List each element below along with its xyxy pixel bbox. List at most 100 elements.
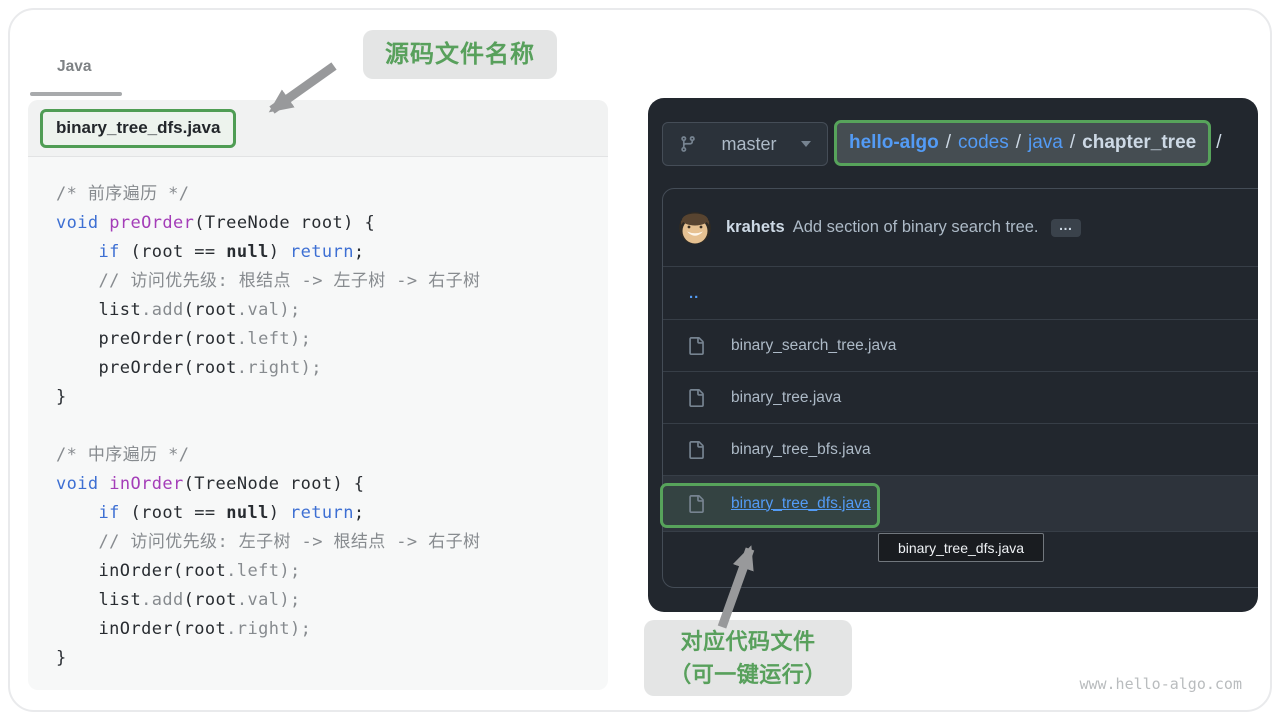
code-line: if (root == null) return; bbox=[56, 499, 598, 528]
code-token: preOrder(root bbox=[56, 329, 237, 349]
tab-active-indicator bbox=[30, 92, 122, 96]
code-line: if (root == null) return; bbox=[56, 238, 598, 267]
parent-directory-link[interactable]: .. bbox=[689, 285, 699, 302]
code-token: (root bbox=[184, 590, 237, 610]
code-token: void bbox=[56, 474, 109, 494]
annotation-source-filename: 源码文件名称 bbox=[363, 30, 557, 79]
breadcrumb-separator: / bbox=[946, 132, 951, 154]
code-token: list bbox=[56, 590, 141, 610]
code-token: preOrder(root bbox=[56, 358, 237, 378]
tab-java[interactable]: Java bbox=[57, 58, 91, 76]
code-token: } bbox=[56, 648, 67, 668]
branch-selector-button[interactable]: master bbox=[662, 122, 828, 166]
code-token: ) bbox=[269, 242, 290, 262]
breadcrumb-segment-java[interactable]: java bbox=[1028, 132, 1063, 154]
file-link[interactable]: binary_search_tree.java bbox=[731, 337, 896, 355]
code-token: /* 中序遍历 */ bbox=[56, 445, 189, 465]
code-line: } bbox=[56, 644, 598, 673]
breadcrumb: hello-algo / codes / java / chapter_tree bbox=[834, 120, 1211, 166]
code-line: // 访问优先级: 左子树 -> 根结点 -> 右子树 bbox=[56, 528, 598, 557]
code-line: preOrder(root.left); bbox=[56, 325, 598, 354]
watermark: www.hello-algo.com bbox=[1076, 675, 1242, 693]
code-line: void preOrder(TreeNode root) { bbox=[56, 209, 598, 238]
code-token bbox=[56, 271, 99, 291]
code-token: null bbox=[226, 503, 269, 523]
code-line: /* 前序遍历 */ bbox=[56, 180, 598, 209]
code-token: (TreeNode root) { bbox=[184, 474, 365, 494]
breadcrumb-separator: / bbox=[1070, 132, 1075, 154]
editor-header: binary_tree_dfs.java bbox=[28, 100, 608, 157]
code-token: return bbox=[290, 503, 354, 523]
code-line: // 访问优先级: 根结点 -> 左子树 -> 右子树 bbox=[56, 267, 598, 296]
breadcrumb-separator: / bbox=[1016, 132, 1021, 154]
annotation-code-file: 对应代码文件 （可一键运行） bbox=[644, 620, 852, 696]
git-branch-icon bbox=[679, 135, 697, 153]
source-filename-badge: binary_tree_dfs.java bbox=[40, 109, 236, 148]
code-token: (TreeNode root) { bbox=[194, 213, 375, 233]
code-token: ); bbox=[301, 358, 322, 378]
code-token bbox=[56, 503, 99, 523]
breadcrumb-segment-hello-algo[interactable]: hello-algo bbox=[849, 132, 939, 154]
code-line: } bbox=[56, 383, 598, 412]
code-token: ); bbox=[290, 619, 311, 639]
file-row-binary_tree.java[interactable]: binary_tree.java bbox=[663, 371, 1258, 423]
code-token bbox=[56, 242, 99, 262]
code-token: // 访问优先级: 左子树 -> 根结点 -> 右子树 bbox=[99, 532, 481, 552]
commit-ellipsis-button[interactable]: … bbox=[1051, 219, 1081, 237]
code-token: .add bbox=[141, 590, 184, 610]
annotation-code-file-line1: 对应代码文件 bbox=[644, 625, 852, 658]
code-token: ); bbox=[290, 329, 311, 349]
file-link[interactable]: binary_tree_dfs.java bbox=[731, 495, 871, 513]
file-row-binary_tree_bfs.java[interactable]: binary_tree_bfs.java bbox=[663, 423, 1258, 475]
commit-author[interactable]: krahets bbox=[726, 218, 785, 237]
code-token: ; bbox=[354, 503, 365, 523]
file-icon bbox=[687, 389, 705, 407]
branch-name: master bbox=[721, 134, 776, 155]
file-link[interactable]: binary_tree_bfs.java bbox=[731, 441, 871, 459]
code-token: list bbox=[56, 300, 141, 320]
code-token: if bbox=[99, 503, 120, 523]
annotation-code-file-line2: （可一键运行） bbox=[644, 658, 852, 691]
chevron-down-icon bbox=[801, 141, 811, 147]
code-token: ); bbox=[279, 590, 300, 610]
code-token: .val bbox=[237, 590, 280, 610]
code-token: ); bbox=[279, 561, 300, 581]
breadcrumb-trailing-slash: / bbox=[1216, 132, 1221, 154]
code-line: list.add(root.val); bbox=[56, 296, 598, 325]
code-token: preOrder bbox=[109, 213, 194, 233]
file-row-binary_search_tree.java[interactable]: binary_search_tree.java bbox=[663, 319, 1258, 371]
code-token: null bbox=[226, 242, 269, 262]
code-token: if bbox=[99, 242, 120, 262]
code-token: (root == bbox=[120, 242, 226, 262]
breadcrumb-segment-chapter_tree: chapter_tree bbox=[1082, 132, 1196, 154]
breadcrumb-segment-codes[interactable]: codes bbox=[958, 132, 1009, 154]
code-token: .left bbox=[226, 561, 279, 581]
code-line: inOrder(root.left); bbox=[56, 557, 598, 586]
code-token: return bbox=[290, 242, 354, 262]
file-list-card: krahets Add section of binary search tre… bbox=[662, 188, 1258, 588]
avatar[interactable] bbox=[679, 212, 711, 244]
code-line: preOrder(root.right); bbox=[56, 354, 598, 383]
code-token: // 访问优先级: 根结点 -> 左子树 -> 右子树 bbox=[99, 271, 481, 291]
code-token: (root == bbox=[120, 503, 226, 523]
commit-message[interactable]: Add section of binary search tree. bbox=[793, 218, 1039, 237]
code-block: /* 前序遍历 */void preOrder(TreeNode root) {… bbox=[28, 157, 608, 673]
code-token: void bbox=[56, 213, 109, 233]
code-line: void inOrder(TreeNode root) { bbox=[56, 470, 598, 499]
file-link[interactable]: binary_tree.java bbox=[731, 389, 841, 407]
file-icon bbox=[687, 495, 705, 513]
code-token: } bbox=[56, 387, 67, 407]
file-icon bbox=[687, 441, 705, 459]
code-editor-panel: binary_tree_dfs.java /* 前序遍历 */ void preO… bbox=[28, 100, 608, 690]
code-token: /* 前序遍历 */ bbox=[56, 184, 189, 204]
code-token: .add bbox=[141, 300, 184, 320]
code-token: inOrder(root bbox=[56, 619, 226, 639]
github-topbar: master hello-algo / codes / java / chapter_tre… bbox=[662, 120, 1221, 166]
code-line: list.add(root.val); bbox=[56, 586, 598, 615]
file-tooltip: binary_tree_dfs.java bbox=[878, 533, 1044, 562]
code-token: ); bbox=[279, 300, 300, 320]
code-line: /* 中序遍历 */ bbox=[56, 441, 598, 470]
file-row-binary_tree_dfs.java[interactable]: binary_tree_dfs.java bbox=[663, 475, 1258, 531]
code-token: ; bbox=[354, 242, 365, 262]
parent-directory-row[interactable]: .. bbox=[663, 266, 1258, 319]
